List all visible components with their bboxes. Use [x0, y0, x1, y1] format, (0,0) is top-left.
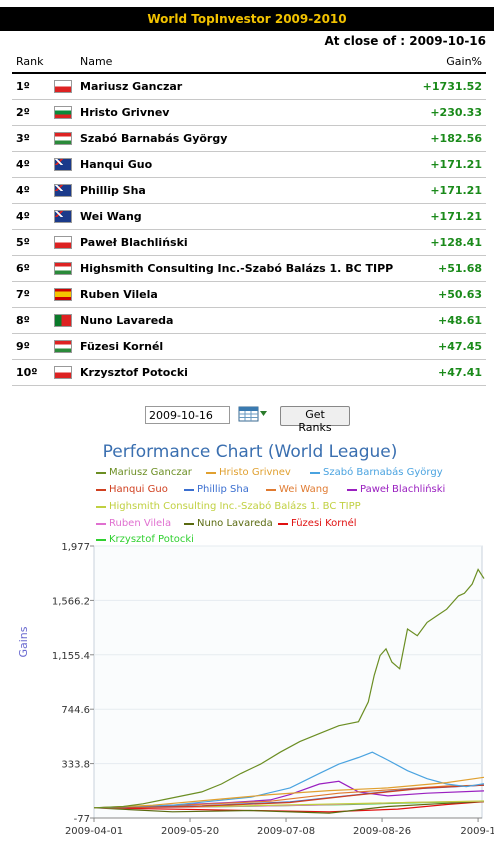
x-tick-label: 2009-07-08: [257, 826, 315, 837]
x-tick-label: 2009-05-20: [161, 826, 219, 837]
y-tick-label: 1,566.2: [52, 596, 90, 607]
y-tick-label: 744.6: [61, 705, 90, 716]
performance-chart: 1,977 1,566.2 1,155.4 744.6 333.8 -772009-04-…: [17, 542, 494, 837]
x-tick-label: 2009-08-26: [353, 826, 411, 837]
y-tick-label: 1,155.4: [52, 651, 90, 662]
y-axis-label: Gains: [17, 626, 30, 657]
y-tick-label: 333.8: [61, 760, 90, 771]
y-tick-label: 1,977: [61, 542, 90, 553]
y-tick-label: -77: [74, 814, 90, 825]
x-tick-label: 2009-04-01: [65, 826, 123, 837]
x-tick-label: 2009-1: [460, 826, 494, 837]
